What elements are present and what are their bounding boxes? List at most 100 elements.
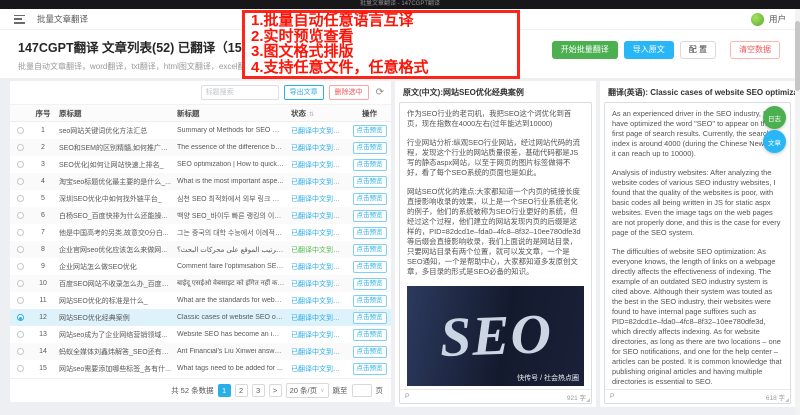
row-new-title: Website SEO has become an imp... bbox=[174, 331, 288, 338]
col-actions: 操作 bbox=[348, 108, 391, 119]
editor-paragraph: As an experienced driver in the SEO indu… bbox=[612, 109, 783, 159]
table-header: 序号 原标题 新标题 状态⇅ 操作 bbox=[10, 104, 391, 122]
preview-button[interactable]: 点击预览 bbox=[353, 261, 387, 273]
row-no: 5 bbox=[30, 195, 56, 202]
preview-button[interactable]: 点击预览 bbox=[353, 312, 387, 324]
preview-button[interactable]: 点击预览 bbox=[353, 346, 387, 358]
row-radio[interactable] bbox=[17, 161, 24, 168]
row-radio[interactable] bbox=[17, 280, 24, 287]
page-button[interactable]: 2 bbox=[235, 384, 248, 397]
row-radio[interactable] bbox=[17, 314, 24, 321]
col-status[interactable]: 状态⇅ bbox=[288, 108, 348, 119]
row-no: 9 bbox=[30, 263, 56, 270]
row-source-title: SEO优化|如何让网站快速上排名_ bbox=[56, 160, 174, 170]
table-row[interactable]: 13网站seo成为了企业网络营销领域...Website SEO has bec… bbox=[10, 326, 391, 343]
preview-button[interactable]: 点击预览 bbox=[353, 176, 387, 188]
status-badge: 已翻译中文到英语 bbox=[288, 364, 348, 374]
row-source-title: 深圳SEO优化中如何找外链平台_ bbox=[56, 194, 174, 204]
table-row[interactable]: 9企业网站怎么做SEO优化Comment faire l'optimisatio… bbox=[10, 258, 391, 275]
header-actions: 开始批量翻译 导入原文 配 置 清空数据 bbox=[552, 41, 780, 59]
table-row[interactable]: 11网站SEO优化的标准是什么_What are the standards f… bbox=[10, 292, 391, 309]
translation-editor[interactable]: As an experienced driver in the SEO indu… bbox=[604, 102, 791, 404]
import-source-button[interactable]: 导入原文 bbox=[624, 41, 674, 59]
preview-button[interactable]: 点击预览 bbox=[353, 329, 387, 341]
source-editor-footer: P 921 字 bbox=[400, 389, 591, 403]
preview-button[interactable]: 点击预览 bbox=[353, 210, 387, 222]
table-row[interactable]: 5深圳SEO优化中如何找外链平台_심천 SEO 최적화에서 외부 링크 플랫폼.… bbox=[10, 190, 391, 207]
preview-button[interactable]: 点击预览 bbox=[353, 193, 387, 205]
row-radio[interactable] bbox=[17, 246, 24, 253]
table-row[interactable]: 3SEO优化|如何让网站快速上排名_SEO optimization | How… bbox=[10, 156, 391, 173]
user-label[interactable]: 用户 bbox=[769, 13, 786, 25]
table-row[interactable]: 12网站SEO优化经典案例Classic cases of website SE… bbox=[10, 309, 391, 326]
preview-button[interactable]: 点击预览 bbox=[353, 125, 387, 137]
avatar[interactable] bbox=[751, 13, 764, 26]
row-radio[interactable] bbox=[17, 127, 24, 134]
delete-selected-button[interactable]: 删除选中 bbox=[329, 85, 369, 100]
preview-button[interactable]: 点击预览 bbox=[353, 159, 387, 171]
preview-button[interactable]: 点击预览 bbox=[353, 244, 387, 256]
preview-button[interactable]: 点击预览 bbox=[353, 227, 387, 239]
paragraph-indicator: P bbox=[405, 393, 409, 400]
row-new-title: Comment faire l'optimisation SEO... bbox=[174, 263, 288, 270]
table-toolbar: 导出文章 删除选中 ⟳ bbox=[10, 81, 391, 104]
row-radio[interactable] bbox=[17, 365, 24, 372]
table-row[interactable]: 7他是中国高考的另类,故意交0分白...그는 중국의 대학 수능에서 이례적인 … bbox=[10, 224, 391, 241]
per-page-select[interactable]: 20 条/页∨ bbox=[286, 383, 329, 398]
menu-collapse-icon[interactable] bbox=[14, 15, 25, 24]
row-source-title: SEO和SEM的区别精髓,如何推广成... bbox=[56, 143, 174, 153]
row-no: 10 bbox=[30, 280, 56, 287]
editor-paragraph: Analysis of industry websites: After ana… bbox=[612, 168, 783, 238]
page-scrollbar[interactable] bbox=[795, 9, 800, 415]
row-radio[interactable] bbox=[17, 297, 24, 304]
sort-icon[interactable]: ⇅ bbox=[309, 112, 314, 118]
table-row[interactable]: 15网站seo需要添加哪些标签_各有什...What tags need to … bbox=[10, 360, 391, 377]
row-source-title: 网站SEO优化经典案例 bbox=[56, 313, 174, 323]
search-input[interactable] bbox=[201, 85, 279, 100]
row-radio[interactable] bbox=[17, 178, 24, 185]
next-page-button[interactable]: > bbox=[269, 384, 282, 397]
preview-button[interactable]: 点击预览 bbox=[353, 142, 387, 154]
row-no: 7 bbox=[30, 229, 56, 236]
table-row[interactable]: 10百度SEO网站不收录怎么办_百度站...बाईदू एसईओ वेबसाइट… bbox=[10, 275, 391, 292]
page-button[interactable]: 3 bbox=[252, 384, 265, 397]
table-row[interactable]: 14蚂蚁全媒体刘鑫炜解答_SEO还有以...Ant Financial's Li… bbox=[10, 343, 391, 360]
row-radio[interactable] bbox=[17, 229, 24, 236]
row-radio[interactable] bbox=[17, 212, 24, 219]
row-radio[interactable] bbox=[17, 263, 24, 270]
table-row[interactable]: 2SEO和SEM的区别精髓,如何推广成...The essence of the… bbox=[10, 139, 391, 156]
article-float-button[interactable]: 文章 bbox=[763, 130, 786, 153]
table-body: 1seo网站关键词优化方法汇总Summary of Methods for SE… bbox=[10, 122, 391, 378]
table-row[interactable]: 6白杨SEO_百度快排为什么还能操...백양 SEO_바이두 빠른 랭킹의 이유… bbox=[10, 207, 391, 224]
row-radio[interactable] bbox=[17, 195, 24, 202]
row-no: 15 bbox=[30, 365, 56, 372]
preview-button[interactable]: 点击预览 bbox=[353, 295, 387, 307]
word-count: 618 字 bbox=[766, 392, 785, 402]
resize-handle[interactable] bbox=[785, 398, 789, 402]
preview-button[interactable]: 点击预览 bbox=[353, 278, 387, 290]
resize-handle[interactable] bbox=[586, 398, 590, 402]
table-row[interactable]: 8企业官网seo优化应该怎么来做网...كيفية تحسين ترتيب ال… bbox=[10, 241, 391, 258]
source-paragraphs: 作为SEO行业的老司机，我把SEO这个词优化到首页，现在指数在4000左右(过年… bbox=[407, 109, 584, 277]
row-radio[interactable] bbox=[17, 331, 24, 338]
row-source-title: 企业网站怎么做SEO优化 bbox=[56, 262, 174, 272]
row-radio[interactable] bbox=[17, 348, 24, 355]
config-button[interactable]: 配 置 bbox=[680, 41, 716, 59]
refresh-icon[interactable]: ⟳ bbox=[376, 87, 384, 98]
export-articles-button[interactable]: 导出文章 bbox=[284, 85, 324, 100]
clear-data-button[interactable]: 清空数据 bbox=[730, 41, 780, 59]
scrollbar-thumb[interactable] bbox=[795, 21, 800, 91]
breadcrumb: 批量文章翻译 bbox=[37, 13, 88, 25]
start-batch-translate-button[interactable]: 开始批量翻译 bbox=[552, 41, 618, 59]
status-badge: 已翻译中文到印地语 bbox=[288, 279, 348, 289]
jump-page-input[interactable] bbox=[352, 384, 372, 397]
chevron-down-icon: ∨ bbox=[320, 387, 324, 394]
paragraph-indicator: P bbox=[610, 393, 614, 400]
row-radio[interactable] bbox=[17, 144, 24, 151]
page-button[interactable]: 1 bbox=[218, 384, 231, 397]
preview-button[interactable]: 点击预览 bbox=[353, 363, 387, 375]
table-row[interactable]: 4淘宝seo标题优化最主要的是什么_...What is the most im… bbox=[10, 173, 391, 190]
log-float-button[interactable]: 日志 bbox=[763, 106, 786, 129]
source-editor[interactable]: 作为SEO行业的老司机，我把SEO这个词优化到首页，现在指数在4000左右(过年… bbox=[399, 102, 592, 404]
table-row[interactable]: 1seo网站关键词优化方法汇总Summary of Methods for SE… bbox=[10, 122, 391, 139]
